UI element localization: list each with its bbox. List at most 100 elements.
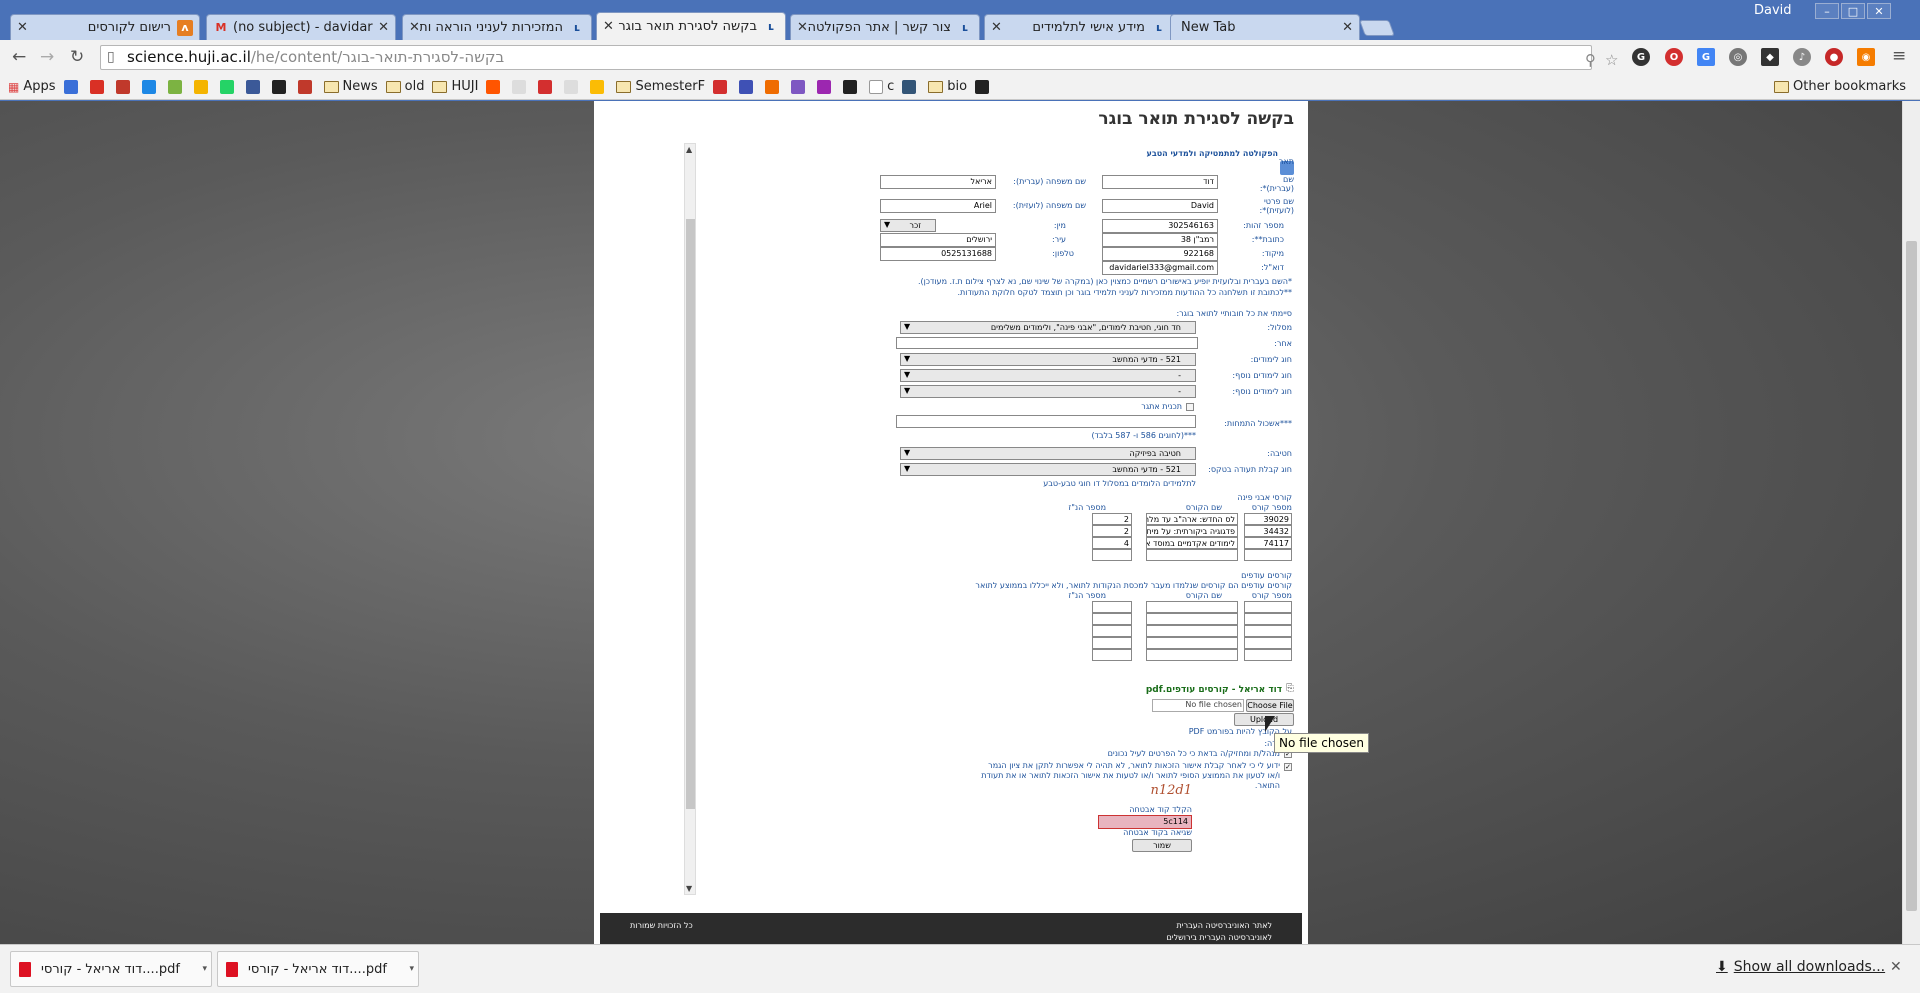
bookmark-icon[interactable] <box>975 79 993 94</box>
download-item[interactable]: דוד אריאל - קורסי....pdf ▾ <box>217 951 419 987</box>
first-name-en-input[interactable]: David <box>1102 199 1218 213</box>
extra-cell-name[interactable] <box>1146 649 1238 661</box>
bookmark-icon[interactable] <box>564 79 582 94</box>
scroll-up-icon[interactable]: ▲ <box>686 145 692 154</box>
extra-cell-name[interactable] <box>1146 613 1238 625</box>
bookmark-icon[interactable] <box>590 79 608 94</box>
other-input[interactable] <box>896 337 1198 349</box>
maximize-icon[interactable]: □ <box>1841 3 1865 19</box>
chevron-down-icon[interactable]: ▾ <box>409 964 414 974</box>
id-input[interactable]: 302546163 <box>1102 219 1218 233</box>
address-bar[interactable]: ▯ science.huji.ac.il/he/content/בקשה-לסג… <box>100 45 1618 70</box>
download-item[interactable]: דוד אריאל - קורסי....pdf ▾ <box>10 951 212 987</box>
footer-link-huji-2[interactable]: לאוניברסיטה העברית בירושלים <box>1166 933 1272 942</box>
apps-bookmark[interactable]: ▦ Apps <box>8 79 56 94</box>
page-scrollbar-thumb[interactable] <box>1906 241 1917 911</box>
zoom-icon[interactable]: ⚲ <box>1585 49 1596 72</box>
bookmark-icon[interactable] <box>193 79 212 94</box>
field1-select[interactable]: 521 - מדעי המחשב ▼ <box>900 353 1196 366</box>
close-icon[interactable]: ✕ <box>409 20 420 35</box>
adblock-icon[interactable]: ● <box>1825 48 1843 66</box>
package-select[interactable]: חטיבה בפיזיקה ▼ <box>900 447 1196 460</box>
bookmark-icon[interactable] <box>297 79 316 94</box>
bookmark-icon[interactable] <box>245 79 264 94</box>
back-icon[interactable]: ← <box>12 47 26 67</box>
eben-cell-credits[interactable]: 2 <box>1092 513 1132 525</box>
bookmark-icon[interactable] <box>843 79 861 94</box>
address-input[interactable]: רמב"ן 38 <box>1102 233 1218 247</box>
minimize-icon[interactable]: – <box>1815 3 1839 19</box>
globe-icon[interactable]: ◎ <box>1729 48 1747 66</box>
eben-cell-num[interactable]: 74117 <box>1244 537 1292 549</box>
footer-link-huji[interactable]: לאתר האוניברסיטה העברית <box>1177 921 1272 930</box>
profile-name[interactable]: David <box>1754 3 1792 18</box>
reload-icon[interactable]: ↻ <box>70 47 84 67</box>
star-icon[interactable]: ☆ <box>1605 49 1618 72</box>
tab-personal-info[interactable]: ʟ מידע אישי לתלמידים ✕ <box>984 14 1174 40</box>
bookmark-folder[interactable]: old <box>385 79 424 94</box>
bookmark-icon[interactable] <box>219 79 238 94</box>
extra-cell-name[interactable] <box>1146 625 1238 637</box>
tab-new-tab[interactable]: New Tab ✕ <box>1170 14 1360 40</box>
close-icon[interactable]: ✕ <box>378 20 389 35</box>
bookmark-icon[interactable] <box>271 79 290 94</box>
eben-cell-credits[interactable]: 2 <box>1092 525 1132 537</box>
cert-field-select[interactable]: 521 - מדעי המחשב ▼ <box>900 463 1196 476</box>
choose-file-button[interactable]: Choose File <box>1246 699 1294 712</box>
eben-cell-num[interactable]: 39029 <box>1244 513 1292 525</box>
eben-cell-credits[interactable] <box>1092 549 1132 561</box>
tab-course-registration[interactable]: ʌ רישום לקורסים ✕ <box>10 14 200 40</box>
gender-select[interactable]: זכר ▼ <box>880 219 936 232</box>
first-name-he-input[interactable]: דוד <box>1102 175 1218 189</box>
attachment-link[interactable]: דוד אריאל - קורסים עודפים.pdf <box>1146 685 1282 695</box>
close-icon[interactable]: ✕ <box>17 20 28 35</box>
declaration-checkbox-2[interactable]: ✓ <box>1284 763 1292 771</box>
honors-checkbox[interactable] <box>1186 403 1194 411</box>
bookmark-page[interactable]: c <box>869 79 894 94</box>
track-select[interactable]: חד חוגי, חטיבת לימודים, "אבני פינה", ולי… <box>900 321 1196 334</box>
close-icon[interactable]: ✕ <box>991 20 1002 35</box>
file-input-box[interactable] <box>1152 699 1244 712</box>
bookmark-icon[interactable] <box>765 79 783 94</box>
tab-degree-closure[interactable]: ʟ בקשה לסגירת תואר בוגר ✕ <box>596 12 786 40</box>
tab-gmail[interactable]: M (no subject) - davidar ✕ <box>206 14 396 40</box>
form-scrollbar-thumb[interactable] <box>686 219 695 809</box>
eben-cell-name[interactable] <box>1146 549 1238 561</box>
bookmark-icon[interactable] <box>89 79 108 94</box>
bookmark-icon[interactable] <box>538 79 556 94</box>
chevron-down-icon[interactable]: ▾ <box>202 964 207 974</box>
city-input[interactable]: ירושלים <box>880 233 996 247</box>
close-icon[interactable]: ✕ <box>1342 20 1353 35</box>
eben-cell-name[interactable]: לס החדש: ארה"ב עד מלחמת הא <box>1146 513 1238 525</box>
extra-cell-credits[interactable] <box>1092 601 1132 613</box>
close-icon[interactable]: ✕ <box>797 20 808 35</box>
close-icon[interactable]: ✕ <box>1890 959 1902 975</box>
incognito-extension-icon[interactable]: ◆ <box>1761 48 1779 66</box>
save-button[interactable]: שמור <box>1132 839 1192 852</box>
extra-cell-credits[interactable] <box>1092 649 1132 661</box>
tab-teaching-secretariat[interactable]: ʟ המזכירות לעניני הוראה ות ✕ <box>402 14 592 40</box>
bookmark-icon[interactable] <box>739 79 757 94</box>
extra-cell-credits[interactable] <box>1092 613 1132 625</box>
eben-cell-num[interactable]: 34432 <box>1244 525 1292 537</box>
zip-input[interactable]: 922168 <box>1102 247 1218 261</box>
bookmark-folder[interactable]: HUJI <box>432 79 478 94</box>
bookmark-folder[interactable]: News <box>323 79 378 94</box>
opera-icon[interactable]: O <box>1665 48 1683 66</box>
bookmark-icon[interactable] <box>817 79 835 94</box>
eben-cell-credits[interactable]: 4 <box>1092 537 1132 549</box>
show-all-downloads-link[interactable]: ⬇ Show all downloads... <box>1716 959 1885 975</box>
bookmark-icon[interactable] <box>902 79 920 94</box>
other-bookmarks[interactable]: Other bookmarks <box>1774 79 1908 94</box>
extra-cell-num[interactable] <box>1244 637 1292 649</box>
bookmark-folder[interactable]: bio <box>928 79 967 94</box>
bookmark-folder[interactable]: SemesterF <box>616 79 705 94</box>
bookmark-icon[interactable] <box>512 79 530 94</box>
last-name-he-input[interactable]: אריאל <box>880 175 996 189</box>
bookmark-icon[interactable] <box>141 79 160 94</box>
extra-cell-name[interactable] <box>1146 637 1238 649</box>
tab-contact[interactable]: ʟ צור קשר | אתר הפקולטה ✕ <box>790 14 980 40</box>
forward-icon[interactable]: → <box>40 47 54 67</box>
extra-cell-num[interactable] <box>1244 613 1292 625</box>
upload-button[interactable]: Upload <box>1234 713 1294 726</box>
